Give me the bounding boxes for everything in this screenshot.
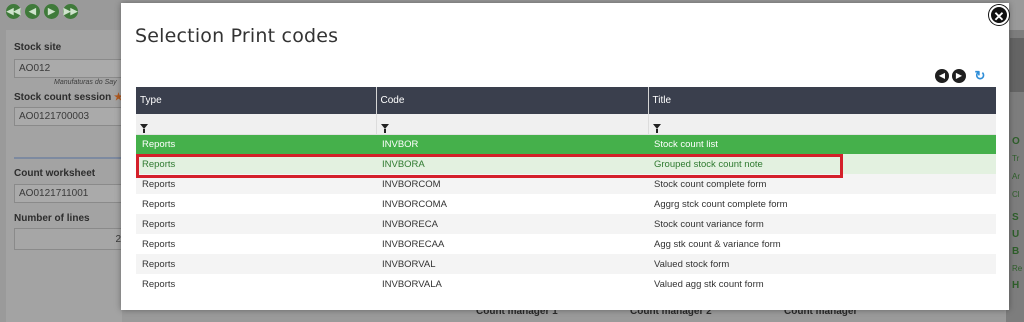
right-letter: B [1012, 246, 1020, 257]
cell-code[interactable]: INVBORCOMA [376, 194, 648, 214]
worksheet-field[interactable]: AO0121711001 [14, 184, 126, 203]
record-navigation: ◀◀ ◀ ▶ ▶▶ [6, 4, 78, 19]
cell-type[interactable]: Reports [136, 254, 376, 274]
column-header-code[interactable]: Code [376, 87, 649, 114]
last-record-icon[interactable]: ▶▶ [63, 4, 78, 19]
table-row[interactable]: Reports INVBORVAL Valued stock form [136, 254, 996, 274]
table-row[interactable]: Reports INVBORA Grouped stock count note [136, 154, 996, 174]
table-row[interactable]: Reports INVBORCOMA Aggrg stck count comple… [136, 194, 996, 214]
divider [14, 157, 126, 159]
cell-title[interactable]: Stock count variance form [648, 214, 996, 234]
right-letter: H [1012, 280, 1020, 291]
cell-title[interactable]: Stock count complete form [648, 174, 996, 194]
cell-code[interactable]: INVBOR [376, 134, 648, 154]
table-row[interactable]: Reports INVBORECAA Agg stk count & varianc… [136, 234, 996, 254]
cell-title[interactable]: Stock count list [648, 134, 996, 154]
close-icon[interactable]: ✕ [989, 5, 1009, 25]
stock-site-description: Manufaturas do Say [54, 79, 117, 86]
cell-code[interactable]: INVBORCOM [376, 174, 648, 194]
table-row[interactable]: Reports INVBORVALA Valued agg stk count fo… [136, 274, 996, 294]
stock-site-label: Stock site [14, 42, 62, 53]
cell-code[interactable]: INVBORECAA [376, 234, 648, 254]
previous-record-icon[interactable]: ◀ [25, 4, 40, 19]
cell-title[interactable]: Aggrg stck count complete form [648, 194, 996, 214]
right-letter: O [1012, 136, 1020, 147]
dialog-title: Selection Print codes [135, 25, 339, 47]
cell-code[interactable]: INVBORVAL [376, 254, 648, 274]
filter-type[interactable] [136, 114, 377, 135]
session-label-text: Stock count session [14, 92, 112, 103]
next-page-icon[interactable]: ▶ [952, 69, 966, 83]
filter-icon[interactable] [652, 123, 661, 133]
stock-site-field[interactable]: AO012 [14, 59, 126, 78]
right-letter: Re [1012, 264, 1023, 273]
selection-dialog: Selection Print codes ◀ ▶ ↻ Type Code Ti… [121, 3, 1009, 310]
right-letter: U [1012, 229, 1020, 240]
cell-type[interactable]: Reports [136, 174, 376, 194]
worksheet-label: Count worksheet [14, 168, 96, 179]
table-row[interactable]: Reports INVBORCOM Stock count complete for… [136, 174, 996, 194]
column-header-title[interactable]: Title [648, 87, 996, 114]
session-label: Stock count session ★ [14, 92, 123, 103]
print-codes-grid: Type Code Title Reports INVBOR Stock count… [136, 87, 996, 294]
right-letter: S [1012, 212, 1019, 223]
cell-title[interactable]: Agg stk count & variance form [648, 234, 996, 254]
filter-icon[interactable] [140, 123, 148, 133]
table-row[interactable]: Reports INVBOR Stock count list [136, 134, 996, 154]
cell-title[interactable]: Valued stock form [648, 254, 996, 274]
left-form-panel: Stock site AO012 Manufaturas do Say Stoc… [6, 30, 126, 322]
cell-code[interactable]: INVBORA [376, 154, 648, 174]
cell-type[interactable]: Reports [136, 274, 376, 294]
cell-code[interactable]: INVBORVALA [376, 274, 648, 294]
previous-page-icon[interactable]: ◀ [935, 69, 949, 83]
table-row[interactable]: Reports INVBORECA Stock count variance for… [136, 214, 996, 234]
cell-type[interactable]: Reports [136, 154, 376, 174]
cell-type[interactable]: Reports [136, 134, 376, 154]
cell-title[interactable]: Valued agg stk count form [648, 274, 996, 294]
cell-type[interactable]: Reports [136, 194, 376, 214]
right-letter: Cl [1012, 190, 1020, 199]
cell-title[interactable]: Grouped stock count note [648, 154, 996, 174]
lines-label: Number of lines [14, 213, 90, 224]
lines-field: 2 [14, 228, 126, 250]
next-record-icon[interactable]: ▶ [44, 4, 59, 19]
session-field[interactable]: AO0121700003 [14, 107, 126, 126]
right-letter: Tr [1012, 154, 1020, 163]
first-record-icon[interactable]: ◀◀ [6, 4, 21, 19]
filter-icon[interactable] [380, 123, 389, 133]
cell-type[interactable]: Reports [136, 214, 376, 234]
pagination-controls: ◀ ▶ ↻ [935, 69, 987, 83]
right-letter: Ar [1012, 172, 1020, 181]
filter-title[interactable] [648, 114, 996, 135]
right-side-header [1010, 38, 1024, 92]
cell-code[interactable]: INVBORECA [376, 214, 648, 234]
cell-type[interactable]: Reports [136, 234, 376, 254]
refresh-icon[interactable]: ↻ [973, 69, 987, 83]
column-header-type[interactable]: Type [136, 87, 377, 114]
filter-code[interactable] [376, 114, 649, 135]
